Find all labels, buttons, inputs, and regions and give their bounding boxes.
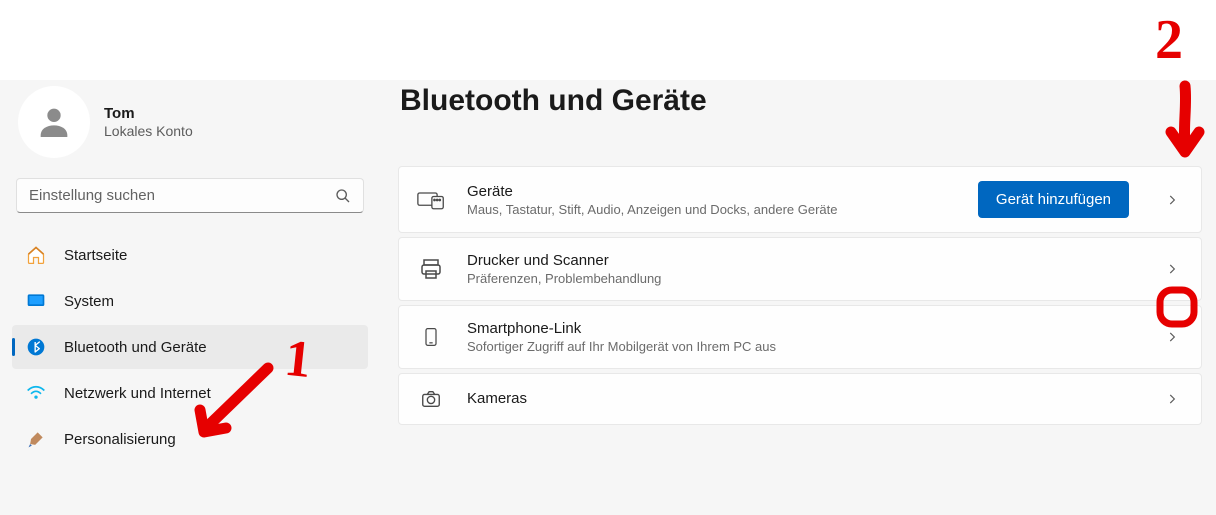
profile-account-type: Lokales Konto — [104, 123, 193, 139]
profile-name: Tom — [104, 105, 193, 122]
sidebar-item-label: Personalisierung — [64, 431, 176, 448]
card-subtitle: Präferenzen, Problembehandlung — [467, 271, 1129, 286]
chevron-right-icon[interactable] — [1161, 392, 1183, 406]
camera-icon — [417, 388, 445, 410]
sidebar-item-label: Bluetooth und Geräte — [64, 339, 207, 356]
add-device-button[interactable]: Gerät hinzufügen — [978, 181, 1129, 218]
sidebar-item-system[interactable]: System — [12, 279, 368, 323]
card-drucker-scanner[interactable]: Drucker und Scanner Präferenzen, Problem… — [398, 237, 1202, 301]
search-input[interactable] — [29, 187, 335, 204]
printer-icon — [417, 257, 445, 281]
card-subtitle: Sofortiger Zugriff auf Ihr Mobilgerät vo… — [467, 339, 1129, 354]
card-geraete[interactable]: Geräte Maus, Tastatur, Stift, Audio, Anz… — [398, 166, 1202, 233]
content: Bluetooth und Geräte Geräte Maus, Tastat… — [380, 80, 1216, 515]
sidebar-item-label: Startseite — [64, 247, 127, 264]
sidebar-item-netzwerk[interactable]: Netzwerk und Internet — [12, 371, 368, 415]
avatar-icon — [34, 102, 74, 142]
devices-icon — [417, 189, 445, 211]
card-smartphone-link[interactable]: Smartphone-Link Sofortiger Zugriff auf I… — [398, 305, 1202, 369]
search-box[interactable] — [16, 178, 364, 213]
nav: Startseite System Bluetooth und Geräte N… — [12, 233, 368, 461]
card-subtitle: Maus, Tastatur, Stift, Audio, Anzeigen u… — [467, 202, 956, 217]
chevron-right-icon[interactable] — [1161, 330, 1183, 344]
avatar — [18, 86, 90, 158]
page-title: Bluetooth und Geräte — [400, 84, 1202, 118]
smartphone-icon — [417, 325, 445, 349]
sidebar-item-bluetooth-geraete[interactable]: Bluetooth und Geräte — [12, 325, 368, 369]
system-icon — [26, 291, 46, 311]
card-kameras[interactable]: Kameras — [398, 373, 1202, 425]
titlebar-spacer — [0, 0, 1216, 80]
sidebar: Tom Lokales Konto Startseite System — [0, 80, 380, 515]
wifi-icon — [26, 383, 46, 403]
sidebar-item-label: System — [64, 293, 114, 310]
card-title: Smartphone-Link — [467, 320, 1129, 337]
home-icon — [26, 245, 46, 265]
chevron-right-icon[interactable] — [1161, 193, 1183, 207]
sidebar-item-startseite[interactable]: Startseite — [12, 233, 368, 277]
paintbrush-icon — [26, 429, 46, 449]
sidebar-item-personalisierung[interactable]: Personalisierung — [12, 417, 368, 461]
card-title: Geräte — [467, 183, 956, 200]
profile-block[interactable]: Tom Lokales Konto — [12, 82, 368, 178]
sidebar-item-label: Netzwerk und Internet — [64, 385, 211, 402]
card-title: Drucker und Scanner — [467, 252, 1129, 269]
search-icon — [335, 188, 351, 204]
card-title: Kameras — [467, 390, 1129, 407]
bluetooth-icon — [26, 337, 46, 357]
chevron-right-icon[interactable] — [1161, 262, 1183, 276]
